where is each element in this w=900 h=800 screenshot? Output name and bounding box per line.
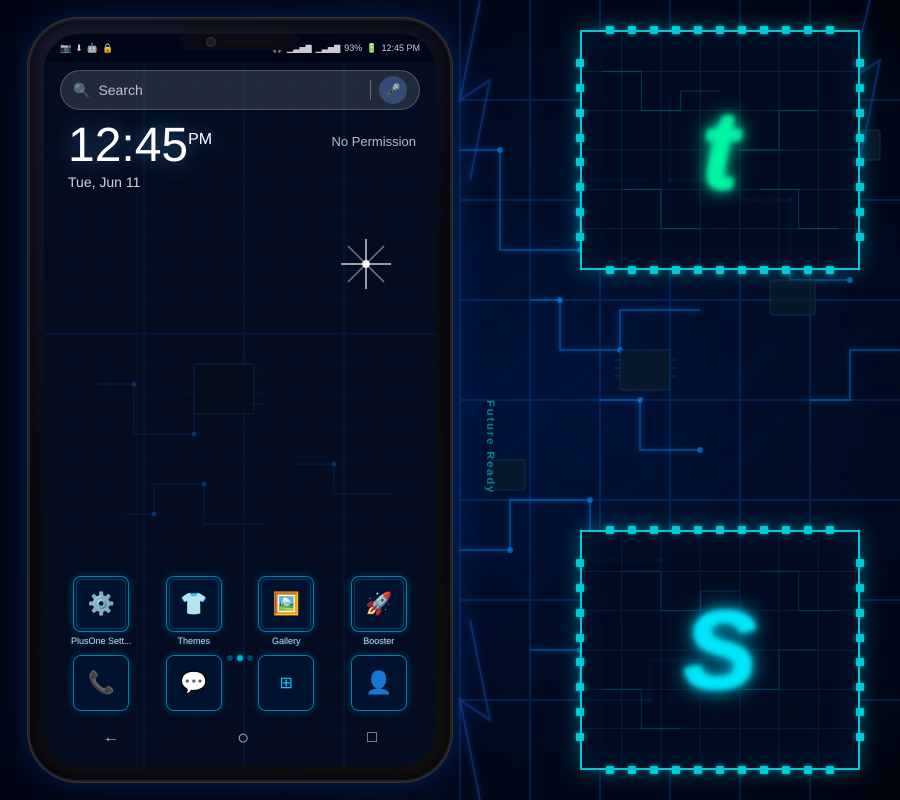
chip-top-dots-bottom [592,266,848,274]
app-icon-img-settings[interactable]: ⚙️ [73,576,129,632]
download-icon: ⬇ [75,43,83,54]
app-label-settings: PlusOne Sett... [71,636,132,646]
clock-time: 12:45PM [68,122,212,170]
future-ready-label: Future Ready [484,400,496,494]
battery-percent: 93% [344,43,362,53]
camera-icon: 📷 [60,43,71,54]
battery-icon: 🔋 [366,43,377,54]
chip-bottom-dots-bottom [592,766,848,774]
search-input[interactable]: Search [98,82,362,98]
lock-icon: 🔒 [102,43,113,54]
chip-top-dots-left [576,42,584,258]
chip-top-letter: t [602,52,838,248]
time-display: 12:45PM Tue, Jun 11 [68,122,212,190]
phone-device: 📷 ⬇ 🤖 🔒 🎧 ▁▃▅▇ ▁▃▅▇ 93% 🔋 12:45 PM 🔍 Se [30,20,450,780]
phone-screen: 📷 ⬇ 🤖 🔒 🎧 ▁▃▅▇ ▁▃▅▇ 93% 🔋 12:45 PM 🔍 Se [44,34,436,766]
app-icon-img-gallery[interactable]: 🖼️ [258,576,314,632]
search-icon: 🔍 [73,82,90,99]
chip-top-dots-right [856,42,864,258]
chip-bottom-dots-top [592,526,848,534]
dock-icon-img-messages[interactable]: 💬 [166,655,222,711]
dock-messages[interactable]: 💬 [153,655,236,711]
chip-bottom-letter: S [602,552,838,748]
android-icon: 🤖 [87,43,98,54]
dock-icon-img-apps[interactable]: ⊞ [258,655,314,711]
dock-phone[interactable]: 📞 [60,655,143,711]
app-icon-booster[interactable]: 🚀 Booster [338,576,421,646]
chip-bottom-dots-right [856,542,864,758]
background: Future Ready [0,0,900,800]
dock-icon-img-contacts[interactable]: 👤 [351,655,407,711]
search-bar[interactable]: 🔍 Search 🎤 [60,70,420,110]
front-camera [206,37,216,47]
sparkle-effect [336,234,396,294]
mic-icon: 🎤 [386,83,401,97]
chip-panel-bottom: S [580,530,860,770]
chip-top-dots-top [592,26,848,34]
app-icon-gallery[interactable]: 🖼️ Gallery [245,576,328,646]
search-divider [370,80,371,100]
app-icon-themes[interactable]: 👕 Themes [153,576,236,646]
signal-bars-2: ▁▃▅▇ [316,44,341,53]
bottom-dock: 📞 💬 ⊞ 👤 [60,655,420,711]
chip-bottom-dots-left [576,542,584,758]
nav-back-button[interactable]: ← [103,729,119,747]
app-label-themes: Themes [177,636,210,646]
clock-date: Tue, Jun 11 [68,174,212,190]
mic-button[interactable]: 🎤 [379,76,407,104]
status-left-icons: 📷 ⬇ 🤖 🔒 [60,43,113,54]
nav-recent-button[interactable]: □ [367,729,377,747]
phone-speaker [224,40,274,45]
app-label-gallery: Gallery [272,636,301,646]
phone-top-bar [180,34,300,50]
nav-home-button[interactable]: ○ [237,727,249,750]
chip-panel-top: t [580,30,860,270]
app-icon-img-booster[interactable]: 🚀 [351,576,407,632]
app-grid: ⚙️ PlusOne Sett... 👕 Themes 🖼️ Gallery 🚀… [60,576,420,646]
app-icon-img-themes[interactable]: 👕 [166,576,222,632]
dock-icon-img-phone[interactable]: 📞 [73,655,129,711]
tumblr-letter: t [702,87,739,214]
app-icon-settings[interactable]: ⚙️ PlusOne Sett... [60,576,143,646]
clock-period: PM [188,131,212,148]
nav-bar: ← ○ □ [44,718,436,758]
no-permission-text: No Permission [331,134,416,149]
dock-apps[interactable]: ⊞ [245,655,328,711]
skype-letter: S [683,587,756,714]
dock-contacts[interactable]: 👤 [338,655,421,711]
app-label-booster: Booster [363,636,394,646]
status-time: 12:45 PM [381,43,420,53]
